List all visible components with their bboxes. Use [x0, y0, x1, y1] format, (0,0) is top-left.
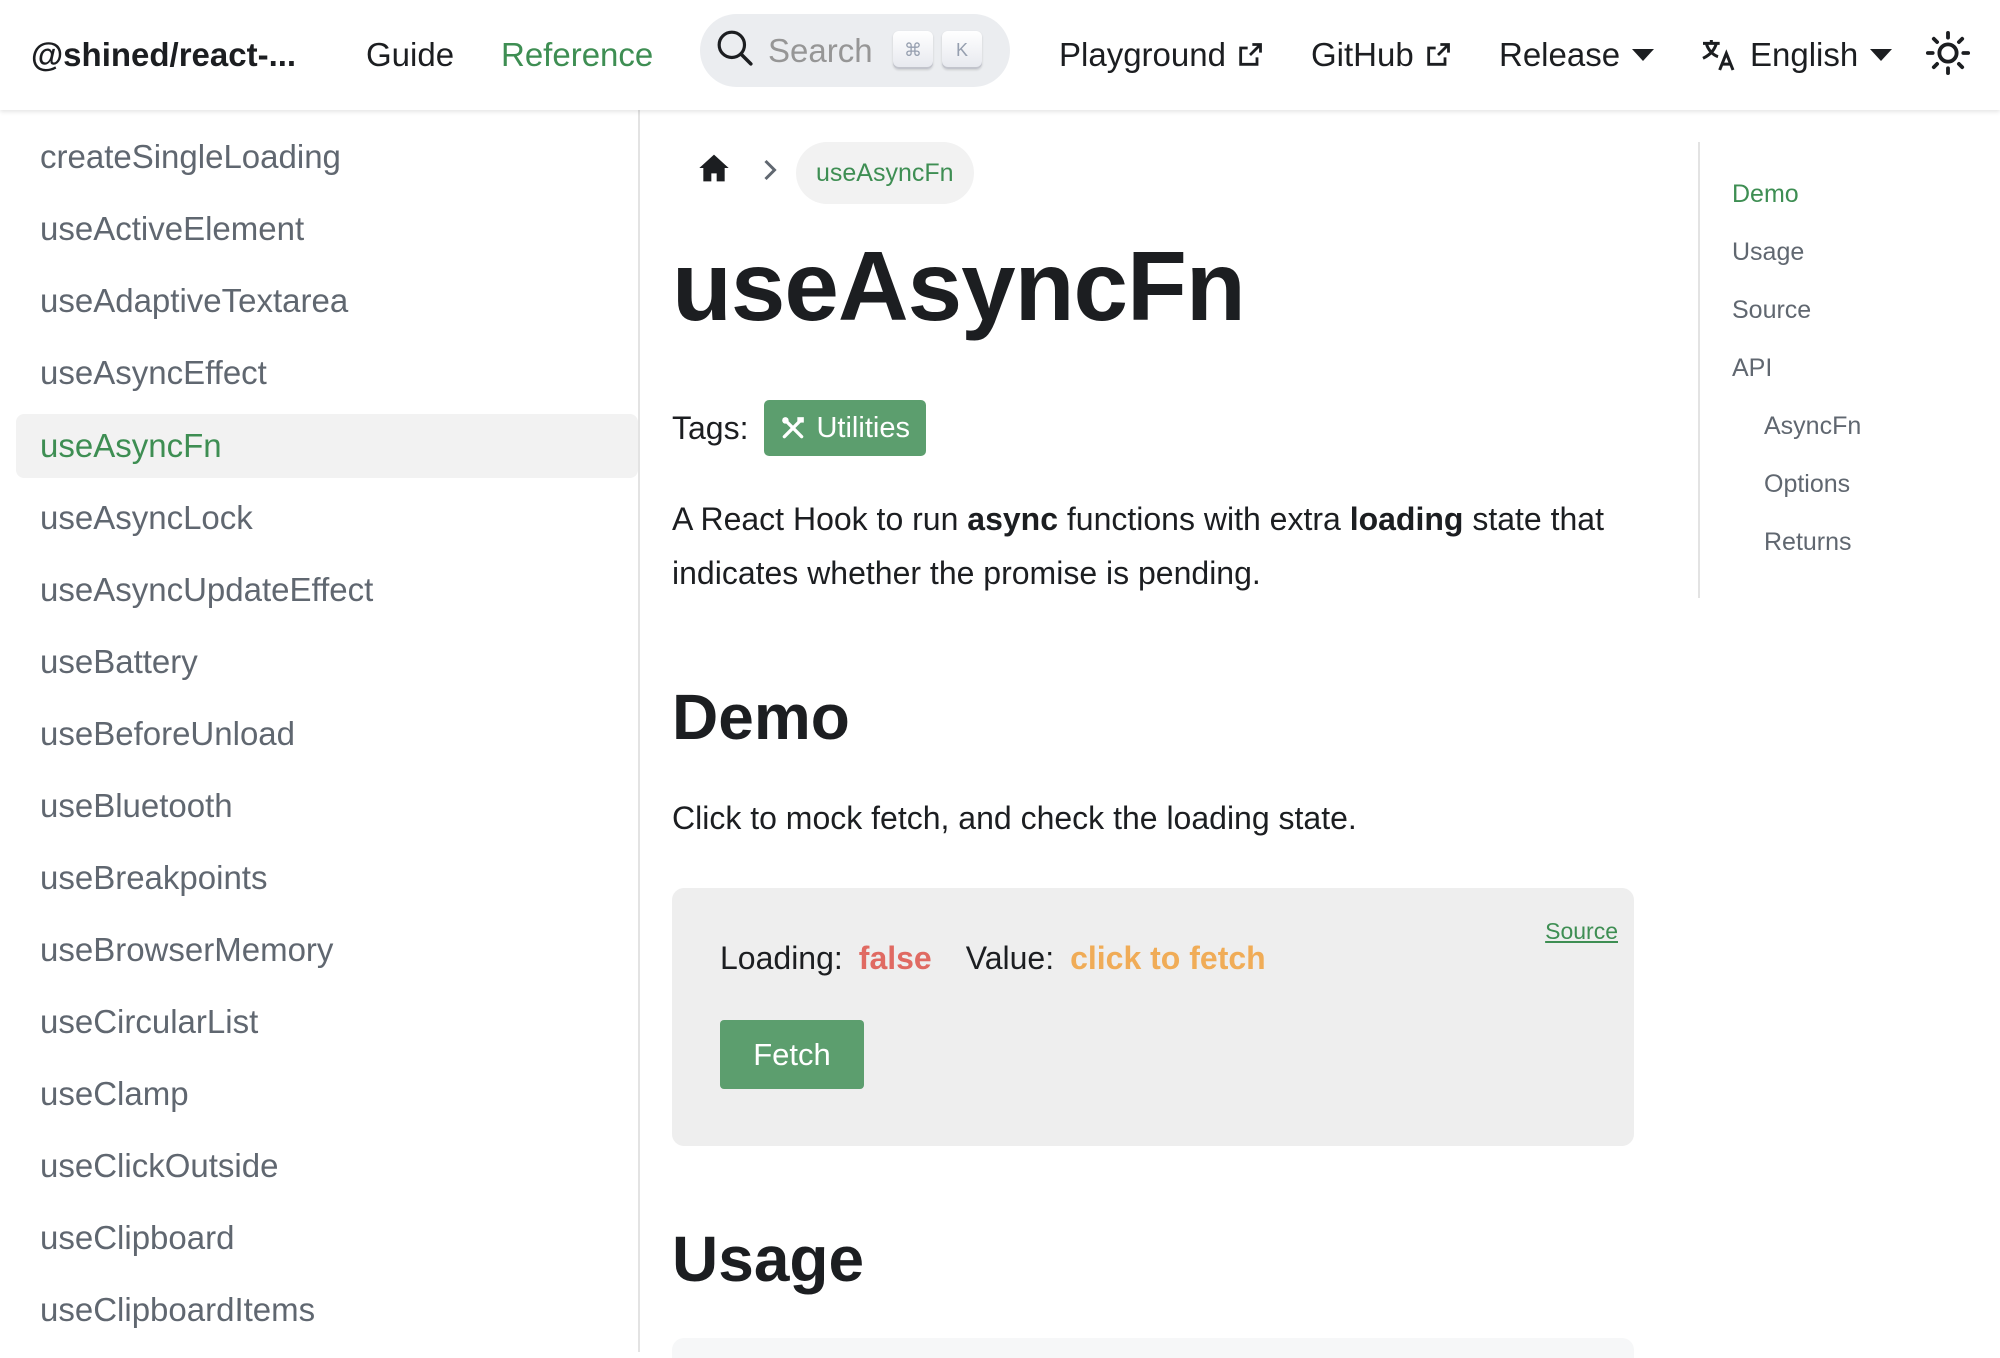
demo-box: Source Loading: false Value: click to fe… [672, 888, 1634, 1146]
nav-playground-label: Playground [1059, 36, 1226, 73]
toc-item-source[interactable]: Source [1732, 296, 1811, 325]
chevron-down-icon [1870, 49, 1893, 61]
page-title: useAsyncFn [672, 231, 1246, 341]
demo-state-row: Loading: false Value: click to fetch [720, 936, 1266, 980]
chevron-right-icon [762, 158, 778, 187]
nav-release-dropdown[interactable]: Release [1499, 0, 1655, 110]
language-label: English [1750, 36, 1859, 73]
page-description: A React Hook to run async functions with… [672, 492, 1672, 600]
toc-item-demo[interactable]: Demo [1732, 180, 1799, 209]
search-button[interactable]: Search ⌘ K [700, 14, 1010, 87]
toc-item-api[interactable]: API [1732, 354, 1772, 383]
sidebar-item-useclamp[interactable]: useClamp [16, 1062, 638, 1126]
value-label: Value: [965, 939, 1055, 976]
shortcut-mod-key: ⌘ [893, 31, 933, 69]
shortcut-k-key: K [942, 31, 982, 69]
nav-playground-link[interactable]: Playground [1059, 0, 1264, 110]
nav-github-label: GitHub [1311, 36, 1414, 73]
loading-label: Loading: [720, 939, 843, 976]
search-placeholder: Search [768, 31, 873, 69]
sidebar-item-useasyncupdateeffect[interactable]: useAsyncUpdateEffect [16, 558, 638, 622]
home-icon [698, 153, 730, 188]
tag-label: Utilities [816, 411, 910, 444]
sidebar-item-useactiveelement[interactable]: useActiveElement [16, 197, 638, 261]
sun-icon [1925, 30, 1971, 81]
sidebar-item-usebattery[interactable]: useBattery [16, 630, 638, 694]
code-block-top [672, 1338, 1634, 1358]
main-content: useAsyncFn useAsyncFn Tags: Utilities A … [640, 110, 1700, 1358]
sidebar-item-useasyncfn[interactable]: useAsyncFn [16, 414, 638, 478]
site-brand[interactable]: @shined/react-... [31, 0, 296, 110]
toc-item-asyncfn[interactable]: AsyncFn [1764, 412, 1861, 441]
toc-item-usage[interactable]: Usage [1732, 238, 1804, 267]
external-link-icon [1424, 41, 1452, 69]
sidebar-item-useasynclock[interactable]: useAsyncLock [16, 486, 638, 550]
language-dropdown[interactable]: English [1698, 0, 1893, 110]
nav-github-link[interactable]: GitHub [1311, 0, 1452, 110]
description-bold-async: async [967, 501, 1058, 537]
sidebar-item-createsingleloading[interactable]: createSingleLoading [16, 125, 638, 189]
table-of-contents: Demo Usage Source API AsyncFn Options Re… [1698, 142, 1988, 598]
theme-toggle-button[interactable] [1920, 27, 1976, 83]
demo-intro: Click to mock fetch, and check the loadi… [672, 800, 1357, 836]
tag-badge-utilities[interactable]: Utilities [764, 400, 926, 456]
demo-source-link[interactable]: Source [1545, 918, 1618, 945]
description-bold-loading: loading [1349, 501, 1464, 537]
translate-icon [1698, 35, 1738, 75]
breadcrumb-current: useAsyncFn [796, 142, 974, 204]
sidebar-item-usebeforeunload[interactable]: useBeforeUnload [16, 702, 638, 766]
sidebar-item-useclipboard[interactable]: useClipboard [16, 1206, 638, 1270]
value-value: click to fetch [1070, 939, 1266, 976]
sidebar-item-usebluetooth[interactable]: useBluetooth [16, 774, 638, 838]
sidebar-item-usebreakpoints[interactable]: useBreakpoints [16, 846, 638, 910]
section-heading-usage: Usage [672, 1223, 865, 1295]
chevron-down-icon [1632, 49, 1655, 61]
nav-reference-link[interactable]: Reference [501, 0, 653, 110]
description-text: functions with extra [1058, 501, 1350, 537]
sidebar-item-useclipboarditems[interactable]: useClipboardItems [16, 1278, 638, 1342]
sidebar-item-usecircularlist[interactable]: useCircularList [16, 990, 638, 1054]
sidebar: createSingleLoading useActiveElement use… [0, 110, 640, 1352]
toc-item-returns[interactable]: Returns [1764, 528, 1852, 557]
external-link-icon [1236, 41, 1264, 69]
tags-row: Tags: Utilities [672, 400, 926, 456]
toc-item-options[interactable]: Options [1764, 470, 1850, 499]
search-icon [716, 29, 754, 72]
section-heading-demo: Demo [672, 681, 850, 753]
sidebar-item-useasynceffect[interactable]: useAsyncEffect [16, 341, 638, 405]
nav-release-label: Release [1499, 36, 1621, 73]
sidebar-item-usebrowsermemory[interactable]: useBrowserMemory [16, 918, 638, 982]
nav-guide-link[interactable]: Guide [366, 0, 454, 110]
sidebar-item-useclickoutside[interactable]: useClickOutside [16, 1134, 638, 1198]
description-text: A React Hook to run [672, 501, 968, 537]
breadcrumb-home-link[interactable] [696, 152, 732, 188]
top-navbar: @shined/react-... Guide Reference Search… [0, 0, 2000, 110]
tools-icon [780, 415, 816, 441]
fetch-button[interactable]: Fetch [720, 1020, 864, 1089]
sidebar-item-useadaptivetextarea[interactable]: useAdaptiveTextarea [16, 269, 638, 333]
loading-value: false [858, 939, 932, 976]
tags-label: Tags: [672, 409, 749, 446]
